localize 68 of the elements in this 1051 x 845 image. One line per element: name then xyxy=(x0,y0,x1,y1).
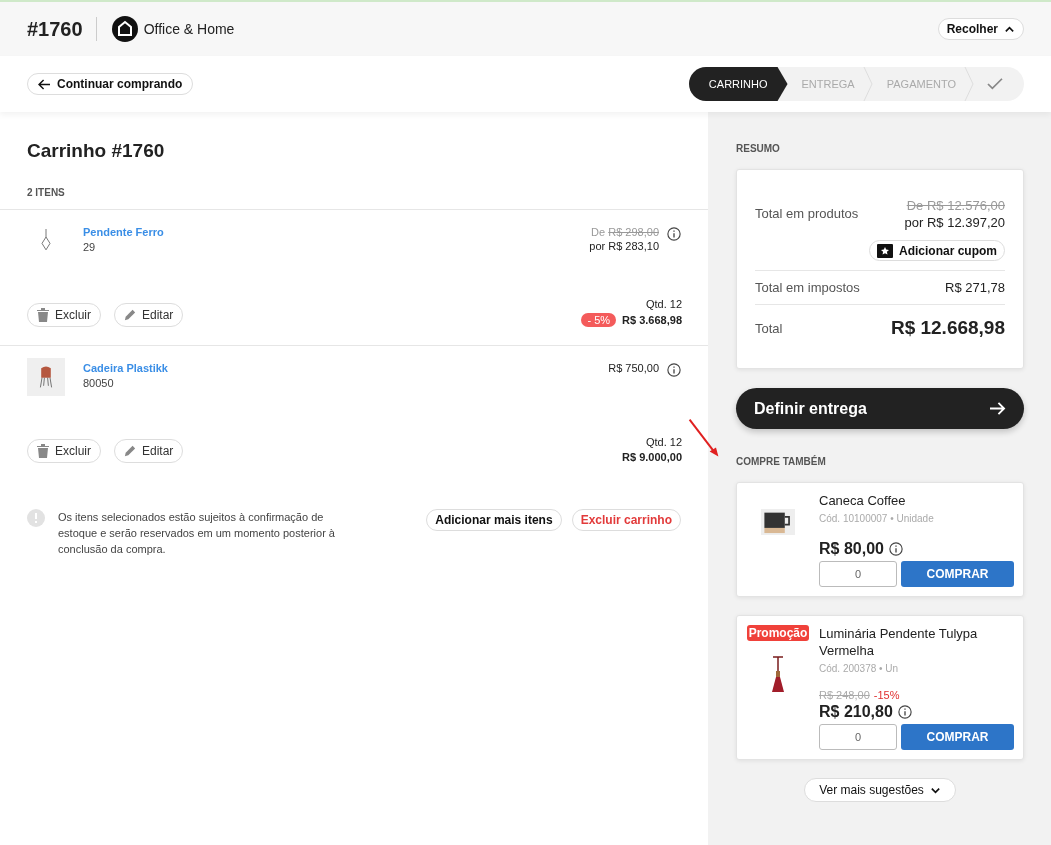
continue-shopping-button[interactable]: Continuar comprando xyxy=(27,73,194,95)
original-total: De R$ 12.576,00 xyxy=(906,198,1005,213)
original-price: De R$ 298,00 xyxy=(591,226,659,238)
discount-badge: - 5% xyxy=(581,313,617,327)
product-code: 80050 xyxy=(83,377,115,389)
product-photo xyxy=(27,358,65,396)
quantity-input[interactable]: 0 xyxy=(819,724,897,750)
line-total: R$ 3.668,98 xyxy=(622,314,682,326)
buy-button[interactable]: COMPRAR xyxy=(901,724,1014,750)
original-price: R$ 248,00 xyxy=(819,689,870,701)
cart-title: Carrinho #1760 xyxy=(27,140,166,162)
quantity-input[interactable]: 0 xyxy=(819,561,897,587)
checkmark-icon xyxy=(986,77,1004,91)
summary-heading: RESUMO xyxy=(736,143,781,154)
info-icon[interactable] xyxy=(888,542,903,556)
product-photo xyxy=(761,509,795,535)
product-name: Caneca Coffee xyxy=(819,492,907,509)
quantity-label: Qtd. 12 xyxy=(645,298,682,310)
line-total: R$ 9.000,00 xyxy=(622,451,682,463)
define-delivery-button[interactable]: Definir entrega xyxy=(736,388,1024,429)
checkout-step[interactable]: CARRINHO xyxy=(688,67,788,101)
products-total: por R$ 12.397,20 xyxy=(904,215,1005,230)
delete-button[interactable]: Excluir xyxy=(27,439,101,463)
add-items-button[interactable]: Adicionar mais itens xyxy=(426,509,562,531)
delete-button[interactable]: Excluir xyxy=(27,303,101,327)
exclamation-icon xyxy=(27,509,45,527)
collapse-button[interactable]: Recolher xyxy=(937,18,1024,40)
chevron-up-icon xyxy=(1004,23,1015,35)
total-label: Total xyxy=(755,320,783,336)
promo-badge: Promoção xyxy=(746,625,810,641)
product-price: R$ 80,00 xyxy=(819,540,884,558)
quantity-label: Qtd. 12 xyxy=(645,436,682,448)
chevron-separator-icon xyxy=(862,67,873,101)
clear-cart-button[interactable]: Excluir carrinho xyxy=(571,509,681,531)
products-total-label: Total em produtos xyxy=(755,205,859,221)
edit-button[interactable]: Editar xyxy=(114,303,184,327)
info-icon[interactable] xyxy=(667,363,681,377)
house-logo-icon xyxy=(111,16,138,42)
store-name: Office & Home xyxy=(143,21,235,37)
unit-price: R$ 750,00 xyxy=(608,362,659,374)
grand-total: R$ 12.668,98 xyxy=(890,317,1005,339)
trash-icon xyxy=(37,308,49,322)
item-count: 2 ITENS xyxy=(27,187,66,198)
taxes-label: Total em impostos xyxy=(755,280,860,295)
add-coupon-button[interactable]: Adicionar cupom xyxy=(869,240,1005,261)
product-code: 29 xyxy=(83,241,97,253)
chevron-separator-icon xyxy=(964,67,974,101)
product-price: R$ 210,80 xyxy=(819,703,893,721)
product-code: Cód. 10100007 • Unidade xyxy=(819,513,935,524)
order-number: #1760 xyxy=(27,17,83,41)
trash-icon xyxy=(37,444,49,458)
info-icon[interactable] xyxy=(897,705,912,719)
product-code: Cód. 200378 • Un xyxy=(819,663,900,674)
notice-text: Os itens selecionados estão sujeitos à confirmação de estoque e serão reservados em um momento posterior à conclusão da compra. xyxy=(58,510,336,557)
suggestions-heading: COMPRE TAMBÉM xyxy=(736,456,827,467)
info-icon[interactable] xyxy=(667,227,681,241)
discount-percent: -15% xyxy=(873,689,900,701)
more-suggestions-button[interactable]: Ver mais sugestões xyxy=(804,778,956,802)
arrow-left-icon xyxy=(38,78,51,90)
pencil-icon xyxy=(124,444,136,458)
arrow-right-icon xyxy=(989,401,1006,416)
unit-price: por R$ 283,10 xyxy=(589,240,659,252)
edit-button[interactable]: Editar xyxy=(114,439,184,463)
taxes-value: R$ 271,78 xyxy=(945,280,1005,295)
annotation-arrow xyxy=(688,418,720,458)
pencil-icon xyxy=(124,308,136,322)
buy-button[interactable]: COMPRAR xyxy=(901,561,1014,587)
product-name: Luminária Pendente Tulypa Vermelha xyxy=(819,625,979,659)
